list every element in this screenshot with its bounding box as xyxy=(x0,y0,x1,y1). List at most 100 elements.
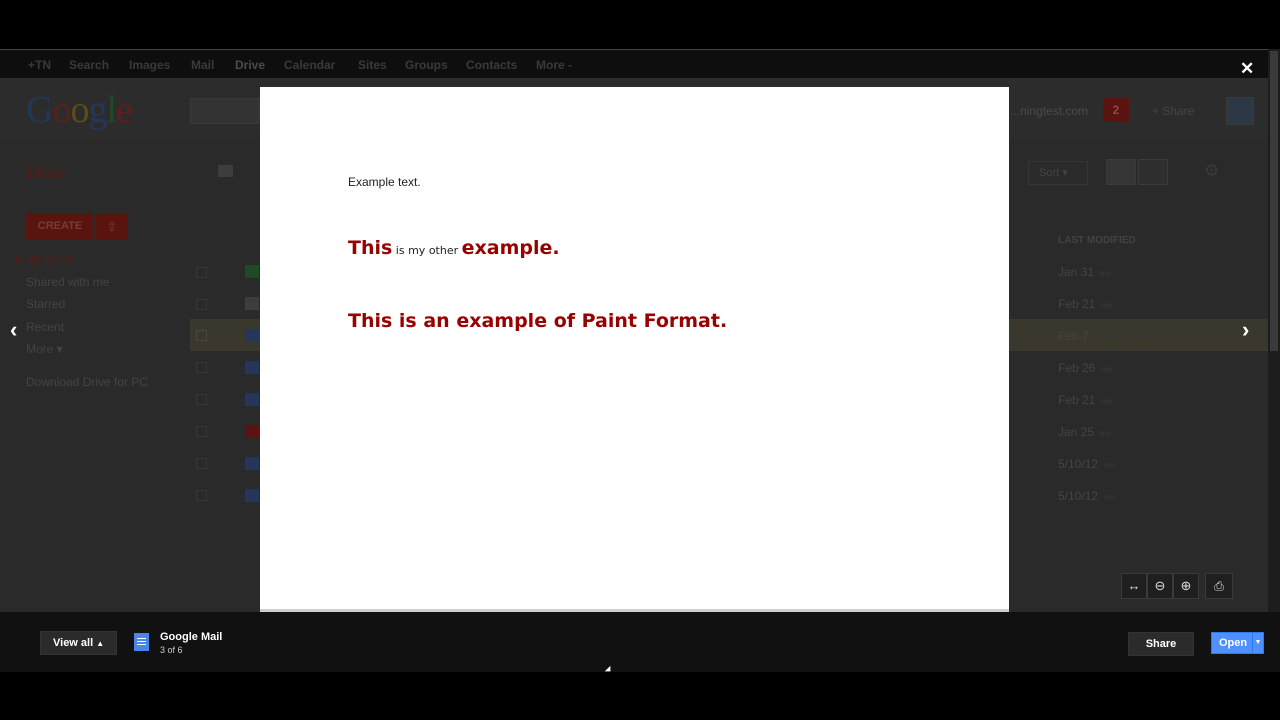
row-modified-by: me xyxy=(1101,301,1113,310)
folder-icon xyxy=(245,297,259,310)
fit-width-icon[interactable]: ↔ xyxy=(1121,573,1147,599)
logo-letter: g xyxy=(88,89,107,131)
google-bar: +TN Search Images Mail Drive Calendar Si… xyxy=(0,49,1280,78)
grid-view-icon[interactable] xyxy=(1138,159,1168,185)
row-date: 5/10/12 xyxy=(1058,457,1099,471)
plus-share-button[interactable]: + Share xyxy=(1152,104,1194,118)
row-modified-by: me xyxy=(1100,269,1112,278)
letterbox-top xyxy=(0,0,1280,49)
gbar-item-mail[interactable]: Mail xyxy=(191,58,214,72)
doc-text-example: example. xyxy=(461,237,560,259)
row-checkbox-checked[interactable] xyxy=(196,330,207,341)
chevron-down-icon[interactable]: ▼ xyxy=(1252,633,1263,653)
row-date: Feb 26 xyxy=(1058,361,1096,375)
sidebar-item-my-drive[interactable]: My Drive xyxy=(26,252,73,266)
download-drive-link[interactable]: Download Drive for PC xyxy=(26,375,148,389)
zoom-in-icon[interactable]: ⊕ xyxy=(1173,573,1199,599)
row-date: Jan 31 xyxy=(1058,265,1095,279)
document-icon xyxy=(245,393,259,406)
sort-label: Sort xyxy=(1039,167,1060,179)
previous-file-icon[interactable]: ‹ xyxy=(10,317,17,343)
row-modified-by: Jennifer Calderone xyxy=(1094,333,1163,342)
logo-letter: o xyxy=(70,89,89,131)
row-checkbox[interactable] xyxy=(196,426,207,437)
gear-icon[interactable]: ⚙ xyxy=(1204,161,1219,181)
row-date: Feb 21 xyxy=(1058,393,1096,407)
row-date: Feb 7 xyxy=(1058,329,1089,343)
sidebar-item-starred[interactable]: Starred xyxy=(26,297,65,311)
file-name: Google Mail xyxy=(160,631,223,643)
row-modified-by: me xyxy=(1100,429,1112,438)
google-logo[interactable]: Google xyxy=(26,88,133,132)
share-button[interactable]: Share xyxy=(1128,632,1194,656)
avatar[interactable] xyxy=(1226,97,1254,125)
gbar-item-sites[interactable]: Sites xyxy=(358,58,387,72)
sidebar-item-more[interactable]: More ▾ xyxy=(26,342,63,356)
gbar-item-drive[interactable]: Drive xyxy=(235,58,265,72)
file-position: 3 of 6 xyxy=(160,645,183,655)
document-icon xyxy=(245,329,259,342)
document-icon xyxy=(245,489,259,502)
row-date: 5/10/12 xyxy=(1058,489,1099,503)
list-view-icon[interactable] xyxy=(1106,159,1136,185)
document-preview-page: Example text. This is my other example. … xyxy=(260,87,1009,612)
sidebar-item-recent[interactable]: Recent xyxy=(26,320,64,334)
drive-title[interactable]: Drive xyxy=(26,163,66,183)
open-label: Open xyxy=(1219,637,1248,649)
doc-text-line-3: This is an example of Paint Format. xyxy=(348,310,728,332)
gbar-item-calendar[interactable]: Calendar xyxy=(284,58,335,72)
next-file-icon[interactable]: › xyxy=(1242,317,1249,343)
presentation-icon xyxy=(245,425,259,438)
row-checkbox[interactable] xyxy=(196,362,207,373)
gbar-item-search[interactable]: Search xyxy=(69,58,109,72)
view-all-button[interactable]: View all ▲ xyxy=(40,631,117,655)
column-header-last-modified[interactable]: LAST MODIFIED xyxy=(1058,235,1136,246)
doc-text-line-2: This is my other example. xyxy=(348,237,560,259)
gbar-item-more[interactable]: More - xyxy=(536,58,572,72)
notification-badge[interactable]: 2 xyxy=(1103,98,1129,122)
letterbox-bottom xyxy=(0,672,1280,720)
row-modified: Feb 21 me xyxy=(1058,297,1112,311)
doc-text-this: This xyxy=(348,237,393,259)
screen: +TN Search Images Mail Drive Calendar Si… xyxy=(0,49,1280,672)
logo-letter: G xyxy=(26,89,53,131)
row-modified: Jan 31 me xyxy=(1058,265,1111,279)
row-checkbox[interactable] xyxy=(196,267,207,278)
logo-letter: o xyxy=(52,89,71,131)
row-checkbox[interactable] xyxy=(196,299,207,310)
document-icon xyxy=(245,457,259,470)
print-icon[interactable]: ⎙ xyxy=(1205,573,1233,599)
search-input[interactable] xyxy=(190,98,260,124)
create-button[interactable]: CREATE xyxy=(26,213,94,240)
row-checkbox[interactable] xyxy=(196,394,207,405)
gbar-item-images[interactable]: Images xyxy=(129,58,170,72)
gbar-item-plus[interactable]: +TN xyxy=(28,58,51,72)
row-modified-by: me xyxy=(1104,461,1116,470)
open-button[interactable]: Open ▼ xyxy=(1211,632,1264,654)
viewer-bottom-bar: View all ▲ Google Mail 3 of 6 Share Open… xyxy=(0,612,1280,672)
scrollbar-thumb[interactable] xyxy=(1270,51,1278,351)
gbar-item-groups[interactable]: Groups xyxy=(405,58,448,72)
account-email[interactable]: ...ningtest.com xyxy=(1010,104,1088,118)
gbar-item-contacts[interactable]: Contacts xyxy=(466,58,517,72)
row-modified: 5/10/12 me xyxy=(1058,489,1115,503)
zoom-out-icon[interactable]: ⊖ xyxy=(1147,573,1173,599)
doc-text-line-1: Example text. xyxy=(348,175,421,189)
close-icon[interactable]: ✕ xyxy=(1240,59,1254,79)
row-modified: 5/10/12 me xyxy=(1058,457,1115,471)
row-modified: Feb 26 me xyxy=(1058,361,1112,375)
view-all-label: View all xyxy=(53,637,94,649)
row-checkbox[interactable] xyxy=(196,490,207,501)
sort-dropdown[interactable]: Sort ▾ xyxy=(1028,161,1088,185)
new-folder-icon[interactable] xyxy=(218,165,233,177)
row-modified-by: me xyxy=(1101,397,1113,406)
row-checkbox[interactable] xyxy=(196,458,207,469)
active-marker-icon: ▶ xyxy=(16,255,23,264)
zoom-toolbar: ↔ ⊖ ⊕ xyxy=(1121,573,1199,599)
doc-text-middle: is my other xyxy=(392,244,462,257)
folder-icon xyxy=(245,265,259,278)
upload-button[interactable]: ⇪ xyxy=(96,213,128,240)
upload-icon: ⇪ xyxy=(106,219,118,234)
sidebar-item-shared[interactable]: Shared with me xyxy=(26,275,109,289)
google-doc-icon xyxy=(134,633,149,651)
